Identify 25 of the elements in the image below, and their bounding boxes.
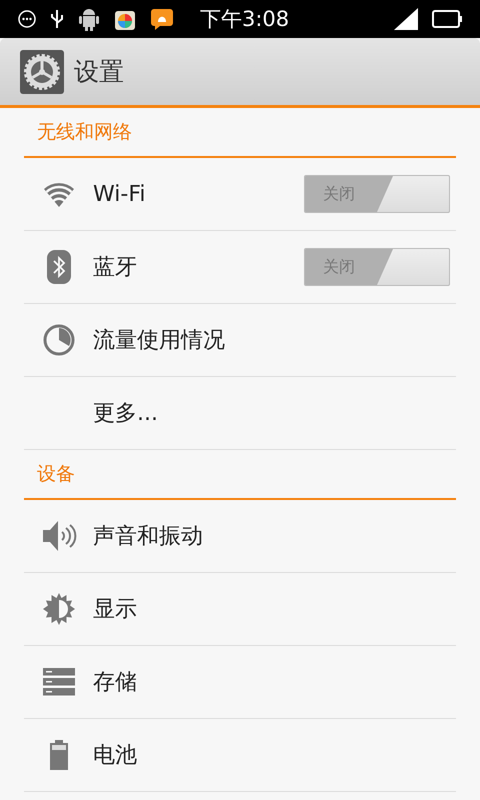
usb-icon: [50, 9, 64, 29]
settings-row[interactable]: 更多...: [24, 377, 456, 450]
settings-row[interactable]: 存储: [24, 646, 456, 719]
gear-icon: [20, 50, 64, 94]
more-icon: [18, 10, 36, 28]
clock-time: 下午3:08: [200, 6, 290, 33]
wifi-icon: [42, 180, 76, 208]
bluetooth-icon: [46, 250, 70, 284]
signal-icon: [394, 8, 418, 30]
settings-row[interactable]: 蓝牙 关闭: [24, 231, 456, 304]
settings-row[interactable]: Wi-Fi 关闭: [24, 158, 456, 231]
screen-title: 设置: [74, 56, 124, 88]
settings-row[interactable]: 声音和振动: [24, 500, 456, 573]
settings-row[interactable]: 显示: [24, 573, 456, 646]
storage-icon: [42, 668, 74, 696]
robot-icon: [78, 7, 100, 31]
battery-icon: [50, 740, 68, 770]
section-title: 设备: [37, 462, 75, 487]
settings-row[interactable]: 电池: [24, 719, 456, 792]
chat-icon: [150, 7, 174, 31]
settings-row[interactable]: 流量使用情况: [24, 304, 456, 377]
clock-icon: [42, 324, 74, 356]
section-title: 无线和网络: [37, 120, 132, 145]
brightness-icon: [42, 592, 76, 626]
battery-icon: [432, 10, 462, 28]
